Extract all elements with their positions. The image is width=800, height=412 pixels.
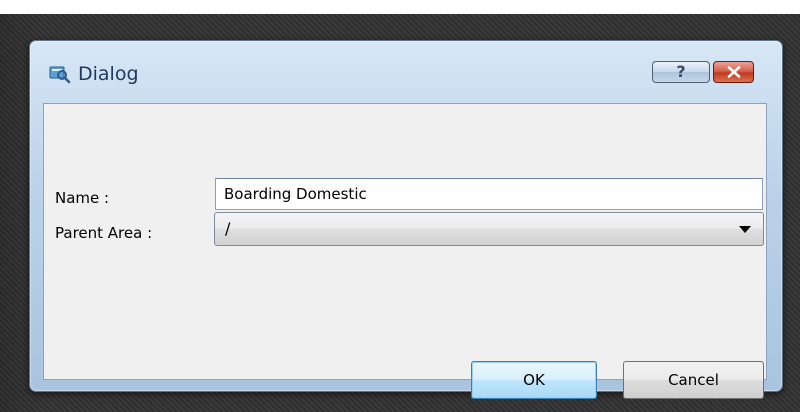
- chevron-down-icon[interactable]: [739, 226, 751, 233]
- cancel-button[interactable]: Cancel: [623, 361, 764, 399]
- dialog-app-icon: [49, 64, 71, 84]
- title-bar[interactable]: Dialog ?: [30, 41, 782, 101]
- ok-button[interactable]: OK: [471, 361, 597, 399]
- window-title: Dialog: [78, 63, 139, 85]
- desktop-background-strip: [0, 0, 800, 14]
- help-icon: ?: [676, 62, 686, 81]
- parent-area-combobox[interactable]: /: [214, 212, 764, 246]
- dialog-content: Name : Parent Area : / OK Cancel: [43, 103, 767, 399]
- help-button[interactable]: ?: [652, 61, 710, 83]
- dialog-window: Dialog ? Name : Parent Area : / OK Cance…: [29, 40, 783, 399]
- close-icon: [727, 63, 741, 82]
- parent-area-label: Parent Area :: [55, 224, 153, 242]
- name-label: Name :: [55, 189, 110, 207]
- parent-area-selected-value: /: [225, 219, 231, 238]
- close-button[interactable]: [713, 61, 754, 83]
- name-input[interactable]: [215, 178, 763, 210]
